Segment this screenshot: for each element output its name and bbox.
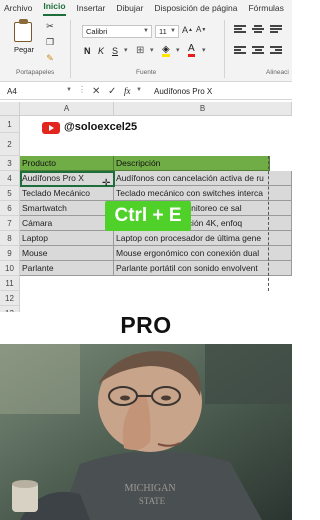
row-header[interactable]: 12 (0, 291, 20, 306)
row-header[interactable]: 7 (0, 216, 20, 231)
youtube-icon (42, 122, 60, 134)
meme-image: MICHIGAN STATE (0, 344, 292, 520)
row-header[interactable]: 2 (0, 133, 20, 156)
group-label-clipboard: Portapapeles (16, 69, 55, 76)
table-cell-description[interactable]: Audífonos con cancelación activa de ru (114, 171, 292, 186)
row-header[interactable]: 11 (0, 276, 20, 291)
italic-button[interactable]: K (98, 46, 104, 56)
table-header-descripcion[interactable]: Descripción (114, 156, 270, 171)
table-header-producto[interactable]: Producto (20, 156, 114, 171)
formula-input[interactable]: Audífonos Pro X (154, 86, 212, 98)
decrease-font-icon[interactable]: A ▼ (196, 25, 206, 34)
column-header-a[interactable]: A (20, 102, 114, 116)
cancel-icon[interactable]: ✕ (92, 86, 100, 97)
table-cell-description[interactable]: Mouse ergonómico con conexión dual (114, 246, 292, 261)
table-cell-product[interactable]: Laptop (20, 231, 114, 246)
channel-handle: @soloexcel25 (64, 121, 138, 133)
row-header[interactable]: 5 (0, 186, 20, 201)
tab-disposicion[interactable]: Disposición de página (154, 3, 237, 16)
column-header-b[interactable]: B (114, 102, 292, 116)
group-label-alignment: Alineaci (266, 69, 289, 76)
fx-button[interactable]: fx (124, 86, 131, 96)
align-middle-icon[interactable] (252, 25, 264, 35)
font-color-icon[interactable]: A (188, 44, 195, 57)
row-header[interactable]: 3 (0, 156, 20, 171)
ribbon-separator (224, 20, 225, 78)
caption-area: PRO (0, 312, 292, 344)
select-all-corner[interactable] (0, 102, 20, 116)
align-left-icon[interactable] (234, 46, 246, 56)
borders-dropdown-icon[interactable]: ▾ (150, 46, 154, 54)
copy-icon[interactable]: ❐ (44, 36, 56, 48)
clipboard-clip-icon (19, 19, 28, 24)
shirt-print-graphic: MICHIGAN (124, 483, 175, 494)
table-cell-description[interactable]: Laptop con procesador de última gene (114, 231, 292, 246)
tab-formulas[interactable]: Fórmulas (248, 3, 283, 16)
increase-font-icon[interactable]: A ▲ (182, 25, 193, 35)
ribbon-tabs: Archivo Inicio Insertar Dibujar Disposic… (0, 0, 292, 16)
row-header[interactable]: 4 (0, 171, 20, 186)
underline-button[interactable]: S (112, 46, 118, 56)
table-cell-description[interactable]: Teclado mecánico con switches interca (114, 186, 292, 201)
align-top-icon[interactable] (234, 25, 246, 35)
svg-text:STATE: STATE (139, 496, 166, 506)
font-size-select[interactable]: 11 ▼ (155, 25, 179, 38)
caption-text: PRO (120, 312, 172, 338)
more-options-icon: ⋮ (78, 85, 86, 94)
table-cell-product[interactable]: Cámara (20, 216, 114, 231)
formula-bar: A4 ▼ ⋮ ✕ ✓ fx ▼ Audífonos Pro X (0, 84, 292, 100)
align-center-icon[interactable] (252, 46, 264, 56)
ribbon: Pegar ✂ ❐ ✎ Portapapeles Calibri ▼ 11 ▼ … (0, 16, 292, 82)
row-header[interactable]: 1 (0, 116, 20, 133)
row-header[interactable]: 10 (0, 261, 20, 276)
font-name-value: Calibri (86, 27, 108, 36)
table-edge-marker (268, 156, 270, 291)
table-cell-product[interactable]: Parlante (20, 261, 114, 276)
underline-dropdown-icon[interactable]: ▾ (124, 46, 128, 54)
font-name-select[interactable]: Calibri ▼ (82, 25, 152, 38)
row-header[interactable]: 8 (0, 231, 20, 246)
row-header[interactable]: 9 (0, 246, 20, 261)
name-box[interactable]: A4 (4, 86, 64, 98)
table-cell-product[interactable]: Teclado Mecánico (20, 186, 114, 201)
paste-label: Pegar (14, 45, 35, 54)
cursor-crosshair-icon: ✛ (102, 178, 111, 189)
tab-archivo[interactable]: Archivo (4, 3, 32, 16)
clipboard-icon (14, 22, 32, 42)
borders-icon[interactable]: ⊞ (136, 45, 144, 56)
chevron-down-icon[interactable]: ▼ (66, 87, 72, 93)
tab-inicio[interactable]: Inicio (43, 1, 66, 16)
bold-button[interactable]: N (84, 46, 91, 56)
chevron-down-icon: ▼ (170, 28, 176, 34)
table-cell-description[interactable]: Parlante portátil con sonido envolvent (114, 261, 292, 276)
cut-icon[interactable]: ✂ (44, 20, 56, 32)
animated-character-illustration: MICHIGAN STATE (0, 344, 292, 520)
fill-color-icon[interactable]: ◈ (162, 45, 170, 57)
enter-icon[interactable]: ✓ (108, 86, 116, 97)
tab-insertar[interactable]: Insertar (77, 3, 106, 16)
table-cell-product[interactable]: Mouse (20, 246, 114, 261)
fill-dropdown-icon[interactable]: ▾ (176, 46, 180, 54)
active-cell-outline (20, 171, 115, 187)
font-color-dropdown-icon[interactable]: ▾ (202, 46, 206, 54)
tab-dibujar[interactable]: Dibujar (116, 3, 143, 16)
align-right-icon[interactable] (270, 46, 282, 56)
table-cell-product[interactable]: Smartwatch (20, 201, 114, 216)
chevron-down-icon[interactable]: ▼ (136, 87, 142, 93)
font-size-value: 11 (159, 27, 167, 36)
chevron-down-icon: ▼ (143, 28, 149, 34)
format-painter-icon[interactable]: ✎ (44, 52, 56, 64)
row-header[interactable]: 6 (0, 201, 20, 216)
align-bottom-icon[interactable] (270, 25, 282, 35)
shortcut-overlay: Ctrl + E (105, 201, 191, 231)
group-label-font: Fuente (136, 69, 157, 76)
worksheet-grid[interactable]: A B 1 2 3 4 5 6 7 8 9 10 11 12 13 14 @so… (0, 102, 292, 345)
ribbon-separator (70, 20, 71, 78)
